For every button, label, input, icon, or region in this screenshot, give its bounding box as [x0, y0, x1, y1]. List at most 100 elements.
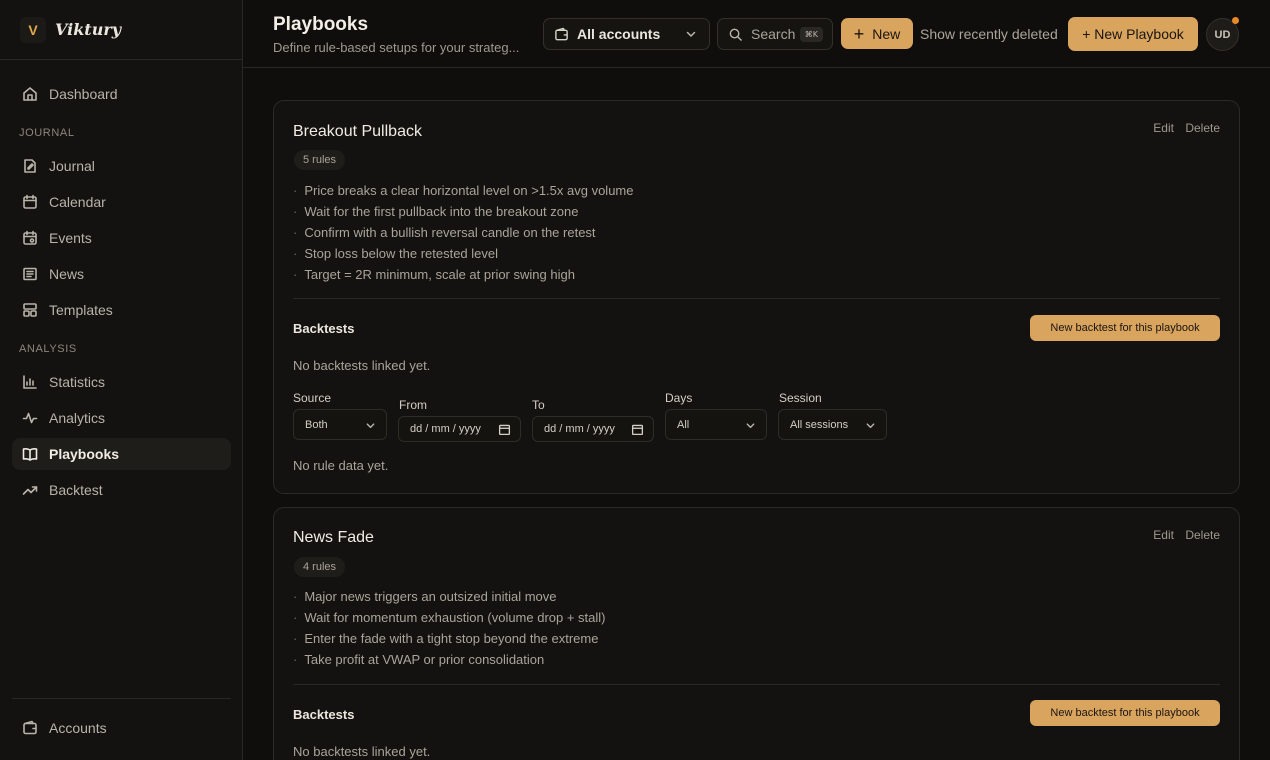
days-value: All	[677, 418, 690, 431]
playbook-card: Breakout Pullback Edit Delete 5 rules · P…	[273, 100, 1240, 494]
sidebar-item-news[interactable]: News	[12, 258, 231, 290]
rule-count-badge: 5 rules	[294, 150, 346, 170]
sidebar-item-label: Playbooks	[49, 446, 120, 462]
sidebar-section-journal: JOURNAL	[19, 127, 75, 139]
card-actions: Edit Delete	[1145, 121, 1220, 135]
sidebar-item-label: Events	[49, 230, 92, 246]
sidebar-item-label: News	[49, 266, 85, 282]
calendar-icon	[498, 424, 511, 436]
avatar-initials: UD	[1214, 28, 1231, 41]
sidebar-item-playbooks[interactable]: Playbooks	[12, 438, 231, 470]
layout-template-icon	[22, 302, 38, 318]
search-icon	[729, 28, 742, 41]
sidebar-item-calendar[interactable]: Calendar	[12, 186, 231, 218]
sidebar-item-label: Accounts	[49, 720, 107, 736]
search-button[interactable]: Search ⌘K	[717, 18, 833, 50]
from-date-input[interactable]: dd / mm / yyyy	[398, 416, 521, 442]
sidebar-section-analysis: ANALYSIS	[19, 343, 77, 355]
rule-item: · Wait for the first pullback into the br…	[293, 204, 579, 219]
session-label: Session	[779, 391, 822, 405]
session-select[interactable]: All sessions	[778, 409, 887, 440]
brand-name: Viktury	[55, 20, 122, 39]
new-button[interactable]: + New	[841, 18, 913, 49]
rule-item: · Stop loss below the retested level	[293, 246, 499, 261]
to-date-input[interactable]: dd / mm / yyyy	[532, 416, 654, 442]
calendar-icon	[22, 194, 38, 210]
sidebar-item-accounts[interactable]: Accounts	[12, 712, 231, 744]
trending-up-icon	[22, 482, 38, 498]
edit-button[interactable]: Edit	[1153, 121, 1174, 135]
plus-icon: +	[853, 23, 865, 44]
playbook-title: News Fade	[293, 529, 374, 546]
session-value: All sessions	[790, 418, 849, 431]
edit-button[interactable]: Edit	[1153, 528, 1174, 542]
no-backtests-text: No backtests linked yet.	[293, 358, 431, 373]
brand[interactable]: V Viktury	[0, 0, 242, 60]
chevron-down-icon	[866, 423, 875, 429]
sidebar-item-label: Statistics	[49, 374, 106, 390]
playbook-title: Breakout Pullback	[293, 123, 422, 140]
chevron-down-icon	[746, 423, 755, 429]
new-backtest-button[interactable]: New backtest for this playbook	[1030, 315, 1220, 341]
rule-count-badge: 4 rules	[294, 557, 346, 577]
rule-item: · Major news triggers an outsized initial…	[293, 589, 557, 604]
sidebar-item-analytics[interactable]: Analytics	[12, 402, 231, 434]
newspaper-icon	[22, 266, 38, 282]
card-divider	[293, 298, 1220, 299]
days-label: Days	[665, 391, 693, 405]
rule-item: · Price breaks a clear horizontal level o…	[293, 183, 634, 198]
page-subtitle: Define rule-based setups for your strate…	[273, 40, 520, 55]
sidebar-item-dashboard[interactable]: Dashboard	[12, 78, 231, 110]
backtests-title: Backtests	[293, 707, 355, 722]
avatar[interactable]: UD	[1206, 17, 1239, 51]
rule-item: · Wait for momentum exhaustion (volume dr…	[293, 610, 606, 625]
bar-chart-icon	[22, 374, 38, 390]
page-title: Playbooks	[273, 14, 369, 35]
activity-icon	[22, 410, 38, 426]
account-select[interactable]: All accounts	[543, 18, 710, 50]
sidebar-item-label: Analytics	[49, 410, 106, 426]
sidebar: V Viktury Dashboard JOURNAL Journal Cale…	[0, 0, 243, 760]
notification-dot	[1232, 17, 1239, 24]
sidebar-item-label: Journal	[49, 158, 95, 174]
edit-note-icon	[22, 158, 38, 174]
rules-list: · Price breaks a clear horizontal level o…	[293, 180, 634, 285]
sidebar-item-label: Dashboard	[49, 86, 118, 102]
chevron-down-icon	[686, 31, 696, 37]
page-header: Playbooks Define rule-based setups for y…	[243, 0, 1270, 68]
new-playbook-button[interactable]: + New Playbook	[1068, 17, 1198, 51]
rules-list: · Major news triggers an outsized initial…	[293, 586, 606, 670]
from-date-placeholder: dd / mm / yyyy	[410, 423, 481, 435]
card-divider	[293, 684, 1220, 685]
no-rule-data-text: No rule data yet.	[293, 458, 389, 473]
search-shortcut: ⌘K	[799, 27, 823, 42]
calendar-icon	[631, 424, 644, 436]
home-icon	[22, 86, 38, 102]
sidebar-divider	[12, 698, 231, 699]
sidebar-item-label: Templates	[49, 302, 113, 318]
delete-button[interactable]: Delete	[1185, 528, 1220, 542]
backtests-title: Backtests	[293, 321, 355, 336]
new-button-label: New	[872, 25, 901, 42]
wallet-icon	[22, 720, 38, 736]
delete-button[interactable]: Delete	[1185, 121, 1220, 135]
rule-item: · Enter the fade with a tight stop beyond…	[293, 631, 599, 646]
sidebar-item-label: Calendar	[49, 194, 106, 210]
sidebar-item-journal[interactable]: Journal	[12, 150, 231, 182]
days-select[interactable]: All	[665, 409, 767, 440]
new-backtest-button[interactable]: New backtest for this playbook	[1030, 700, 1220, 726]
brand-logo: V	[20, 16, 46, 43]
account-select-value: All accounts	[577, 26, 661, 42]
source-select[interactable]: Both	[293, 409, 387, 440]
app-root: V Viktury Dashboard JOURNAL Journal Cale…	[0, 0, 1270, 760]
source-label: Source	[293, 391, 332, 405]
rule-item: · Target = 2R minimum, scale at prior swi…	[293, 267, 575, 282]
sidebar-item-events[interactable]: Events	[12, 222, 231, 254]
sidebar-item-statistics[interactable]: Statistics	[12, 366, 231, 398]
sidebar-item-templates[interactable]: Templates	[12, 294, 231, 326]
playbook-card: News Fade Edit Delete 4 rules · Major new…	[273, 507, 1240, 760]
sidebar-item-backtest[interactable]: Backtest	[12, 474, 231, 506]
wallet-icon	[555, 27, 568, 40]
card-actions: Edit Delete	[1145, 528, 1220, 542]
show-recently-deleted-link[interactable]: Show recently deleted	[920, 26, 1058, 42]
